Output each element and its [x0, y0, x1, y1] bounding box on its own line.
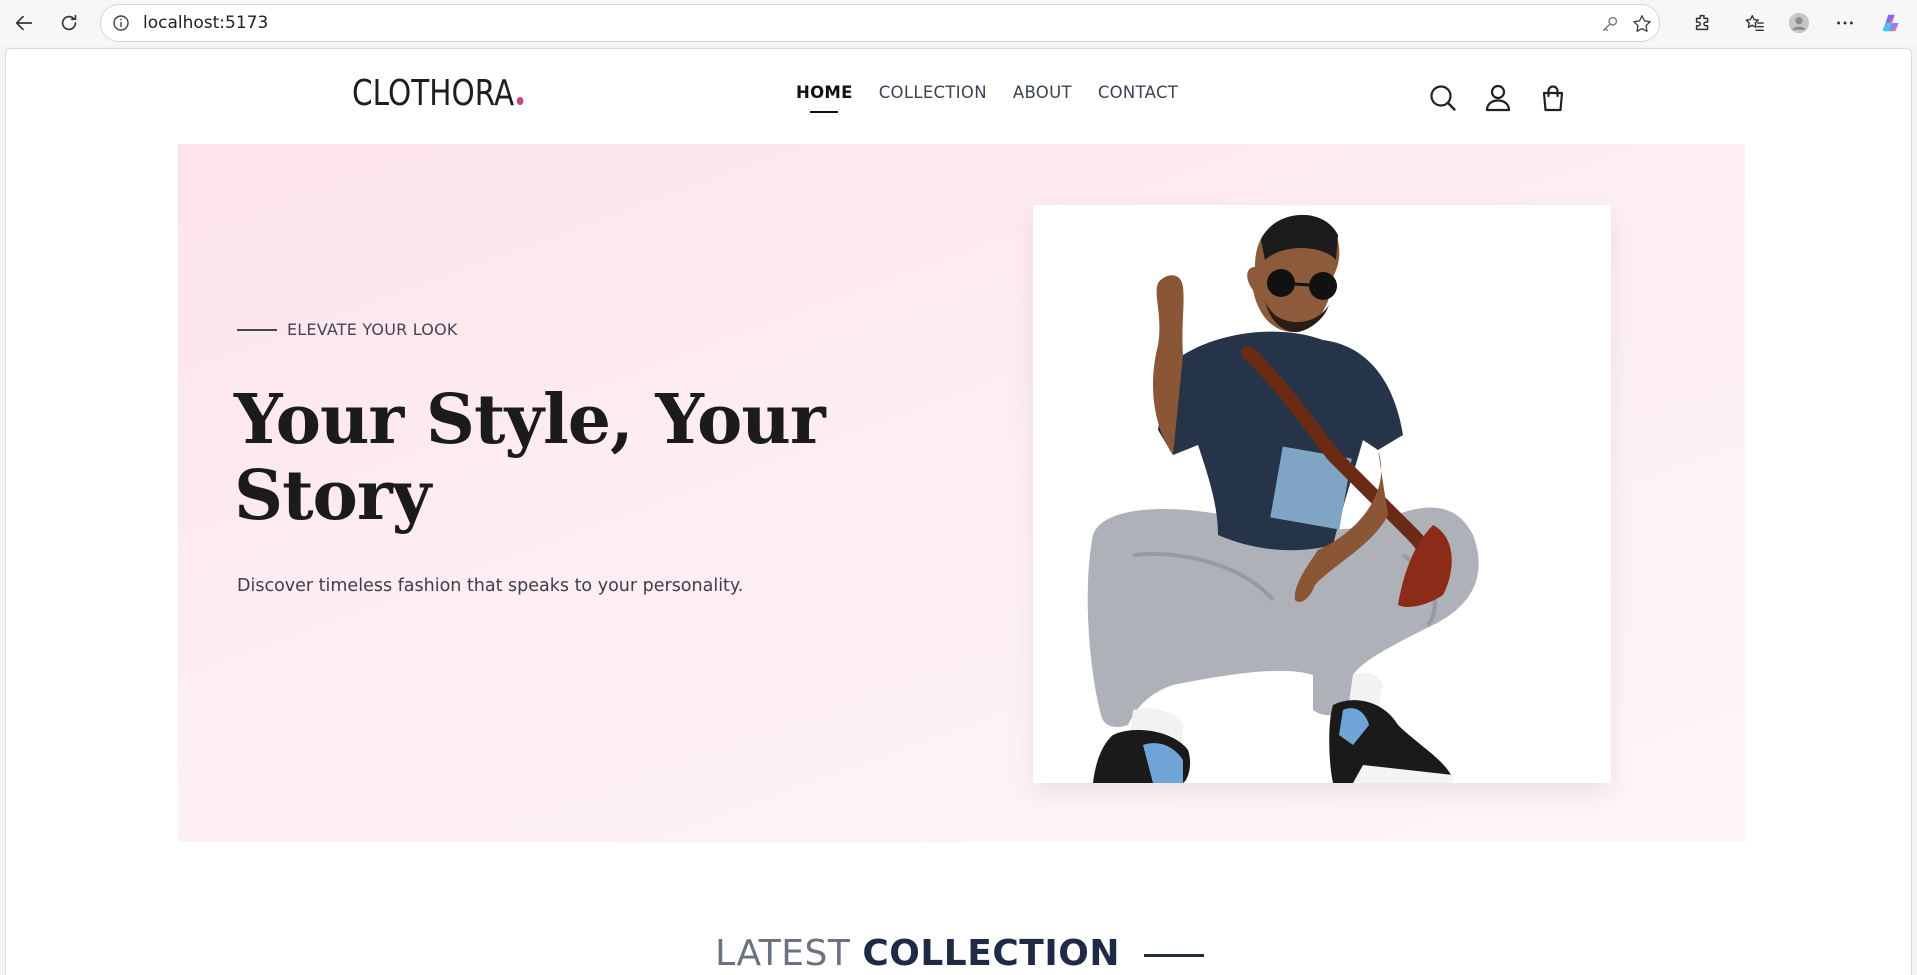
- extensions-button[interactable]: [1686, 6, 1720, 40]
- search-button[interactable]: [1428, 83, 1458, 113]
- profile-icon: [1788, 12, 1810, 34]
- nav-link-home-label: HOME: [796, 83, 853, 102]
- model-illustration: [1087, 214, 1479, 783]
- favorites-icon: [1745, 14, 1764, 32]
- main-nav: HOME COLLECTION ABOUT CONTACT: [796, 83, 1178, 113]
- hero-subtext: Discover timeless fashion that speaks to…: [237, 575, 744, 596]
- eyebrow-line: [237, 328, 277, 331]
- key-icon[interactable]: [1599, 13, 1621, 35]
- reload-button[interactable]: [52, 6, 86, 40]
- address-bar[interactable]: localhost:5173: [100, 4, 1660, 42]
- section-title: LATEST COLLECTION: [6, 933, 1911, 974]
- logo-dot: [516, 97, 524, 105]
- user-icon: [1485, 84, 1511, 112]
- account-button[interactable]: [1483, 83, 1513, 113]
- extensions-icon: [1695, 14, 1709, 31]
- nav-link-home[interactable]: HOME: [796, 83, 853, 113]
- eyebrow-text: ELEVATE YOUR LOOK: [287, 320, 458, 339]
- reload-icon: [61, 14, 77, 31]
- search-icon: [1430, 85, 1456, 111]
- bag-icon: [1542, 85, 1564, 112]
- hero-headline: Your Style, Your Story: [234, 382, 934, 534]
- cart-button[interactable]: [1538, 83, 1568, 113]
- page-viewport: CLOTHORA HOME COLLECTION ABOUT CONTACT E…: [5, 48, 1912, 975]
- browser-toolbar: localhost:5173: [0, 0, 1917, 46]
- nav-link-about[interactable]: ABOUT: [1013, 83, 1072, 102]
- site-logo[interactable]: CLOTHORA: [352, 73, 524, 114]
- nav-link-collection[interactable]: COLLECTION: [879, 83, 987, 102]
- star-icon[interactable]: [1631, 13, 1653, 35]
- section-title-light: LATEST: [715, 933, 851, 974]
- logo-text: CLOTHORA: [352, 73, 515, 114]
- headline-line-1: Your Style, Your: [234, 380, 826, 460]
- url-text[interactable]: localhost:5173: [143, 5, 268, 41]
- more-icon: [1837, 21, 1853, 25]
- info-icon[interactable]: [111, 13, 131, 33]
- active-underline: [810, 111, 839, 113]
- hero-model-image: [1033, 205, 1611, 783]
- hero-section: ELEVATE YOUR LOOK Your Style, Your Story…: [178, 144, 1745, 842]
- back-icon: [15, 15, 33, 31]
- headline-line-2: Story: [234, 456, 431, 536]
- copilot-icon: [1882, 14, 1899, 32]
- copilot-button[interactable]: [1875, 6, 1909, 40]
- more-button[interactable]: [1828, 6, 1862, 40]
- nav-link-contact[interactable]: CONTACT: [1098, 83, 1178, 102]
- favorites-button[interactable]: [1738, 6, 1772, 40]
- section-title-rule: [1143, 953, 1204, 957]
- section-title-bold: COLLECTION: [862, 933, 1120, 974]
- back-button[interactable]: [7, 6, 41, 40]
- hero-eyebrow: ELEVATE YOUR LOOK: [237, 320, 458, 339]
- profile-button[interactable]: [1782, 6, 1816, 40]
